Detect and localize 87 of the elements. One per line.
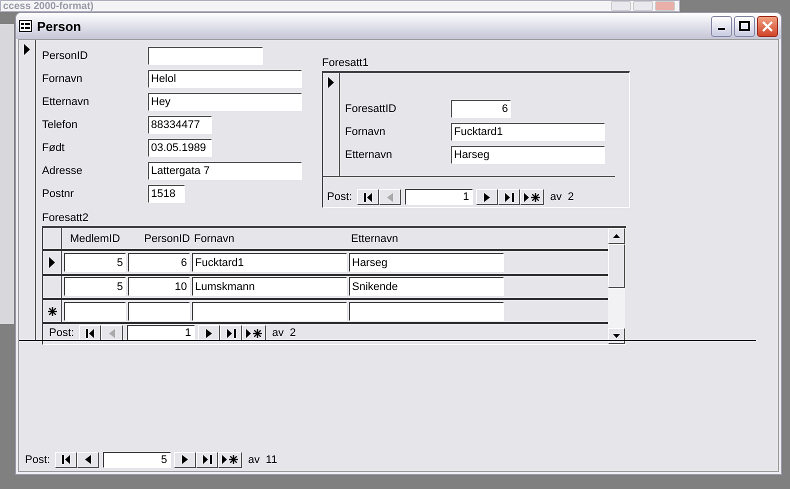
text-field[interactable] [148,47,263,65]
triangle-left-icon [85,455,92,464]
field-label: ForesattID [345,103,398,115]
table-cell[interactable] [128,302,190,321]
record-number-field[interactable]: 1 [405,189,474,205]
first-record-button[interactable] [79,325,102,342]
scroll-down-icon [613,334,620,338]
table-cell[interactable]: 5 [64,253,126,272]
triangle-left-icon [109,328,116,338]
record-count: av 2 [550,191,574,203]
table-cell[interactable] [192,302,347,321]
previous-record-button[interactable] [77,452,100,468]
field-label: Etternavn [345,149,394,161]
field-label: Postnr [42,188,75,200]
record-count: av 2 [272,327,296,340]
text-field[interactable]: 1518 [148,185,185,203]
table-cell[interactable]: 10 [128,277,190,296]
close-button[interactable] [757,16,778,36]
field-label: Fornavn [42,73,84,85]
field-label: Fornavn [345,126,386,138]
triangle-right-icon [206,328,212,338]
text-field[interactable]: 6 [451,100,511,118]
record-pointer-icon [49,257,55,268]
record-count: av 11 [248,454,278,466]
triangle-right-icon [484,192,490,202]
triangle-left-icon [387,192,394,202]
text-field[interactable]: Helol [148,70,302,88]
table-cell[interactable]: 6 [128,253,190,272]
next-record-button[interactable] [198,325,220,342]
table-cell[interactable] [64,302,126,321]
record-label: Post: [25,454,50,466]
field-label: Født [42,142,66,154]
record-number-field[interactable]: 5 [103,452,172,468]
table-cell[interactable]: Harseg [349,253,504,272]
table-cell[interactable]: Fucktard1 [192,253,347,272]
text-field[interactable]: 88334477 [148,116,212,134]
table-cell[interactable] [349,302,504,321]
text-field[interactable]: Lattergata 7 [148,162,302,180]
table-cell[interactable]: Lumskmann [192,277,347,296]
record-number-field[interactable]: 1 [127,325,196,342]
close-icon [762,20,773,32]
maximize-button[interactable] [734,16,755,36]
skip-start-icon [62,455,71,464]
first-record-button[interactable] [357,189,380,205]
triangle-right-icon [182,455,188,464]
skip-start-icon [364,192,373,202]
minimize-button[interactable] [711,16,732,36]
new-record-button[interactable] [242,325,266,342]
column-header: Fornavn [193,232,236,247]
subform-label: Foresatt1 [322,57,370,70]
skip-end-icon [202,455,212,464]
next-record-button[interactable] [476,189,498,205]
triangle-asterisk-icon [222,455,238,464]
field-label: Adresse [42,165,84,177]
form-icon [19,20,32,32]
field-label: Etternavn [42,96,90,108]
triangle-asterisk-icon [524,192,540,202]
triangle-asterisk-icon [246,328,262,338]
skip-start-icon [86,328,95,338]
text-field[interactable]: 03.05.1989 [148,139,212,157]
field-label: PersonID [42,50,89,62]
last-record-button[interactable] [220,325,242,342]
skip-end-icon [504,192,514,202]
next-record-button[interactable] [174,452,196,468]
record-label: Post: [327,191,352,203]
text-field[interactable]: Hey [148,93,302,111]
table-cell[interactable]: 5 [64,277,126,296]
column-header: Etternavn [350,232,400,247]
vertical-scrollbar[interactable] [608,228,625,344]
window-title: Person [37,18,82,34]
new-record-button[interactable] [520,189,544,205]
last-record-button[interactable] [498,189,520,205]
table-cell[interactable]: Snikende [349,277,504,296]
last-record-button[interactable] [196,452,218,468]
maximize-icon [739,21,750,31]
new-record-button[interactable] [218,452,242,468]
window-title: ccess 2000-format) [3,0,94,12]
scroll-up-icon [613,234,620,238]
field-label: Telefon [42,119,78,131]
subform-label: Foresatt2 [42,212,90,225]
skip-end-icon [226,328,236,338]
record-label: Post: [49,327,74,340]
column-header: MedlemID [68,232,122,247]
column-header: PersonID [143,232,190,247]
text-field[interactable]: Harseg [451,146,605,164]
first-record-button[interactable] [55,452,78,468]
text-field[interactable]: Fucktard1 [451,123,605,141]
